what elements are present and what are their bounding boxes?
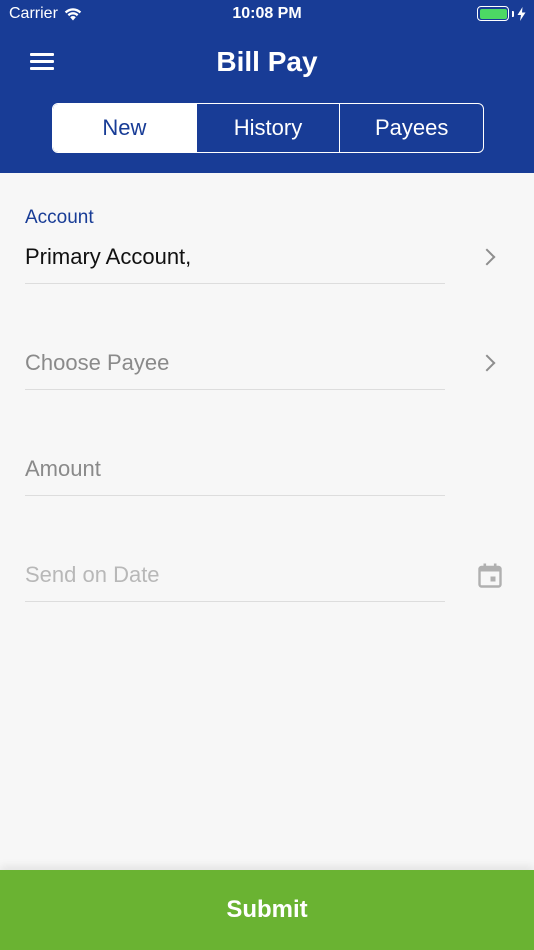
choose-payee-placeholder: Choose Payee: [25, 350, 170, 375]
segmented-control: New History Payees: [52, 103, 484, 153]
amount-field[interactable]: Amount: [25, 456, 445, 496]
status-time: 10:08 PM: [232, 5, 302, 22]
battery-indicator: [477, 6, 526, 21]
submit-button[interactable]: Submit: [0, 870, 534, 950]
calendar-icon[interactable]: [478, 563, 502, 588]
tab-history[interactable]: History: [195, 104, 340, 152]
send-date-field[interactable]: Send on Date: [25, 562, 445, 602]
payee-chevron-right-icon[interactable]: [478, 354, 496, 372]
top-bar: Carrier 10:08 PM Bill Pay New History Pa…: [0, 0, 534, 173]
status-bar: Carrier 10:08 PM: [0, 0, 534, 28]
charging-bolt-icon: [517, 6, 526, 21]
account-field[interactable]: Primary Account,: [25, 244, 445, 284]
account-label: Account: [25, 207, 94, 228]
account-chevron-right-icon[interactable]: [478, 248, 496, 266]
battery-icon: [477, 6, 509, 21]
choose-payee-field[interactable]: Choose Payee: [25, 350, 445, 390]
tab-payees[interactable]: Payees: [339, 104, 483, 152]
send-date-placeholder: Send on Date: [25, 562, 160, 587]
tab-new[interactable]: New: [53, 104, 196, 152]
page-title: Bill Pay: [216, 46, 318, 77]
account-value: Primary Account,: [25, 244, 192, 269]
amount-placeholder: Amount: [25, 456, 101, 481]
